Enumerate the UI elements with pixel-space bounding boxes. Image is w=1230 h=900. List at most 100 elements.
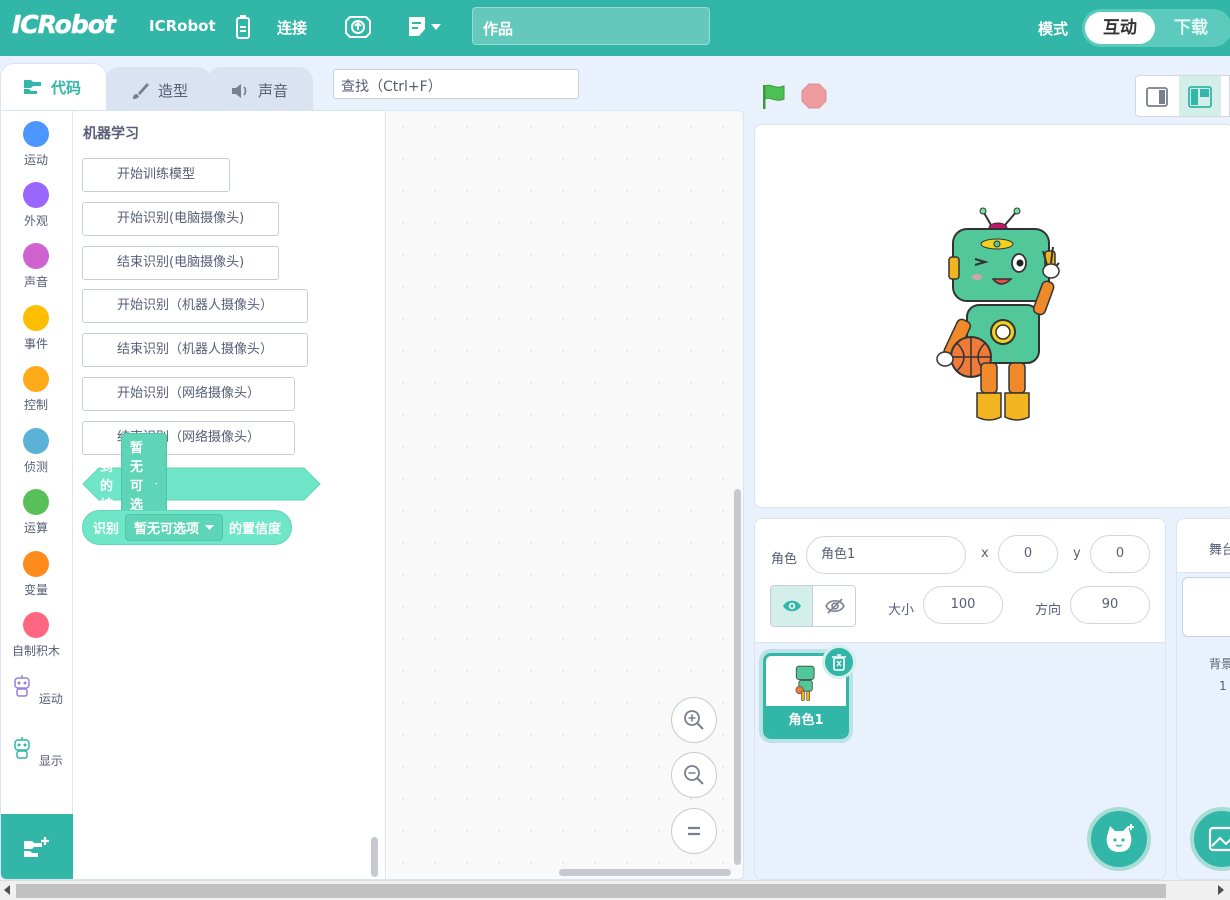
mode-download-option[interactable]: 下载 [1174, 12, 1208, 44]
cat-plus-icon [1106, 824, 1134, 852]
sprite-properties: 角色 角色1 x 0 y 0 大小 100 方向 90 [755, 519, 1165, 643]
add-backdrop-button[interactable] [1190, 807, 1230, 871]
category-motion[interactable]: 运动 [1, 121, 71, 168]
category-dot [23, 243, 49, 269]
category-dot [23, 121, 49, 147]
normal-stage-button[interactable] [1179, 76, 1221, 116]
category-control[interactable]: 控制 [1, 366, 71, 413]
icrobot-logo[interactable]: ICRobot [12, 10, 116, 40]
y-label: y [1073, 546, 1081, 561]
stop-recognition-robot-camera-button[interactable]: 结束识别（机器人摄像头） [82, 333, 309, 367]
stage-canvas[interactable] [754, 124, 1230, 508]
stage-panel-title: 舞台 [1209, 543, 1230, 558]
add-sprite-button[interactable] [1087, 807, 1151, 871]
sprite-thumbnail-image [795, 665, 815, 701]
category-sensing[interactable]: 侦测 [1, 428, 71, 475]
category-robot-display[interactable]: 显示 [1, 735, 71, 769]
y-position-input[interactable]: 0 [1090, 535, 1150, 573]
category-dot [23, 551, 49, 577]
connect-menu[interactable]: 连接 [277, 17, 307, 38]
block-search-input[interactable]: 查找（Ctrl+F） [333, 69, 579, 99]
stage-target-panel[interactable]: 舞台 背景 1 [1176, 518, 1230, 880]
direction-input[interactable]: 90 [1070, 586, 1150, 624]
mode-label: 模式 [1038, 20, 1069, 38]
category-dot [23, 612, 49, 638]
category-events[interactable]: 事件 [1, 305, 71, 352]
sprite-name-input[interactable]: 角色1 [806, 536, 966, 574]
tab-code[interactable]: 代码 [0, 63, 107, 110]
scroll-right-arrow-icon[interactable] [1218, 885, 1224, 895]
start-recognition-robot-camera-button[interactable]: 开始识别（机器人摄像头） [82, 289, 309, 323]
hide-sprite-button[interactable] [814, 586, 855, 626]
confidence-block[interactable]: 识别 暂无可选项 的置信度 [82, 510, 293, 545]
workspace-horizontal-scrollbar[interactable] [559, 869, 731, 876]
scroll-left-arrow-icon[interactable] [4, 885, 10, 895]
scrollbar-thumb[interactable] [16, 884, 1166, 898]
robot-icon [14, 737, 30, 759]
normal-stage-icon [1188, 86, 1212, 108]
green-flag-button[interactable] [760, 83, 788, 115]
zoom-in-icon [684, 710, 704, 730]
zoom-in-button[interactable] [671, 697, 717, 743]
confidence-dropdown[interactable]: 暂无可选项 [125, 514, 224, 541]
eye-off-icon [825, 598, 845, 614]
stage-panel-header: 舞台 [1177, 519, 1230, 573]
upload-icon[interactable] [340, 10, 376, 44]
show-sprite-button[interactable] [771, 586, 813, 626]
category-operators[interactable]: 运算 [1, 489, 71, 536]
size-input[interactable]: 100 [923, 586, 1003, 624]
delete-sprite-button[interactable] [822, 645, 856, 679]
page-horizontal-scrollbar[interactable] [0, 880, 1230, 900]
speaker-icon [232, 83, 247, 98]
zoom-reset-button[interactable] [671, 808, 717, 854]
block-text: 识别 [93, 522, 120, 537]
start-recognition-pc-camera-button[interactable]: 开始识别(电脑摄像头) [82, 202, 280, 236]
category-robot-motion[interactable]: 运动 [1, 673, 71, 707]
small-stage-button[interactable] [1136, 76, 1178, 116]
category-sound[interactable]: 声音 [1, 243, 71, 290]
dropdown-arrow-icon [155, 483, 159, 485]
stage-thumbnail[interactable] [1182, 577, 1230, 637]
category-dot [23, 428, 49, 454]
zoom-out-button[interactable] [671, 752, 717, 798]
category-my-blocks[interactable]: 自制积木 [1, 612, 71, 659]
sprite-name-label: 角色 [771, 552, 798, 567]
project-title-input[interactable]: 作品 [472, 7, 710, 45]
tab-sounds[interactable]: 声音 [207, 67, 313, 113]
category-dot [23, 489, 49, 515]
stop-button[interactable] [801, 83, 827, 113]
x-position-input[interactable]: 0 [998, 535, 1058, 573]
category-dot [23, 305, 49, 331]
block-text: 的置信度 [229, 522, 282, 537]
mode-interactive-option[interactable]: 互动 [1085, 12, 1155, 44]
script-workspace[interactable] [387, 111, 743, 879]
workspace-vertical-scrollbar[interactable] [734, 489, 741, 865]
stop-recognition-network-camera-button[interactable]: 结束识别（网络摄像头） [82, 421, 296, 455]
small-stage-icon [1146, 87, 1168, 107]
robot-sprite-image[interactable] [935, 207, 1065, 432]
mode-toggle[interactable]: 互动 下载 [1082, 9, 1230, 47]
stop-recognition-pc-camera-button[interactable]: 结束识别(电脑摄像头) [82, 246, 280, 280]
trash-icon [832, 654, 846, 671]
tab-label: 造型 [158, 82, 189, 100]
eye-icon [782, 600, 801, 612]
start-training-button[interactable]: 开始训练模型 [82, 158, 231, 192]
sprite-info-panel: 角色 角色1 x 0 y 0 大小 100 方向 90 角色1 [754, 518, 1166, 880]
add-extension-button[interactable] [1, 814, 73, 879]
stage-size-toggle [1135, 75, 1230, 117]
direction-label: 方向 [1035, 603, 1062, 618]
start-recognition-network-camera-button[interactable]: 开始识别（网络摄像头） [82, 377, 296, 411]
block-palette: 机器学习 开始训练模型 开始识别(电脑摄像头) 结束识别(电脑摄像头) 开始识别… [73, 111, 386, 879]
category-looks[interactable]: 外观 [1, 182, 71, 229]
tab-label: 声音 [258, 82, 289, 100]
battery-icon[interactable] [225, 10, 261, 44]
category-dot [23, 366, 49, 392]
green-flag-icon [763, 84, 785, 109]
palette-scrollbar[interactable] [371, 837, 378, 877]
brand-menu[interactable]: ICRobot [149, 17, 216, 35]
tab-costumes[interactable]: 造型 [105, 67, 211, 113]
palette-section-title: 机器学习 [83, 126, 139, 142]
file-menu-icon[interactable] [404, 10, 444, 44]
category-variables[interactable]: 变量 [1, 551, 71, 598]
sprite-thumbnail-label: 角色1 [766, 706, 846, 736]
